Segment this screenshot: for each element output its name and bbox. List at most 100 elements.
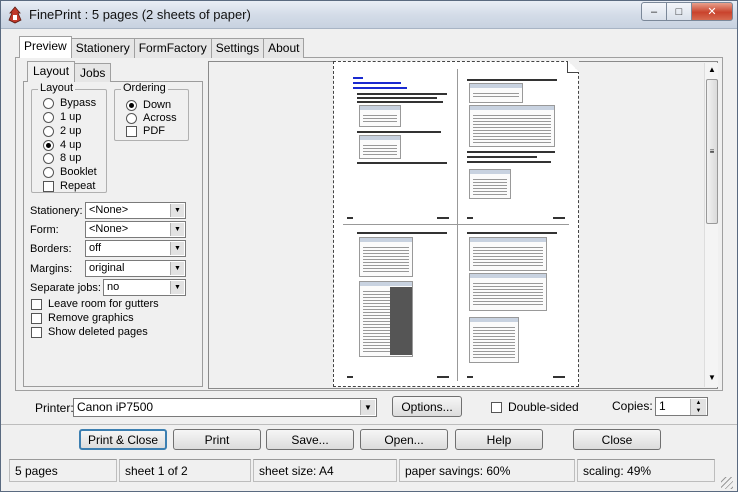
radio-bypass[interactable]: Bypass [43, 97, 96, 109]
radio-bypass-indicator[interactable] [43, 97, 54, 109]
scroll-down-icon[interactable]: ▼ [707, 373, 717, 385]
tab-stationery[interactable]: Stationery [70, 38, 135, 58]
help-button[interactable]: Help [455, 429, 543, 450]
page-thumb-text [357, 232, 447, 234]
repeat-checkbox-box[interactable] [43, 180, 54, 192]
open-button[interactable]: Open... [360, 429, 448, 450]
status-sheet: sheet 1 of 2 [119, 459, 251, 482]
separate-jobs-value: no [107, 281, 120, 293]
copies-spinner[interactable]: 1 ▲ ▼ [655, 397, 708, 416]
tab-preview[interactable]: Preview [19, 36, 72, 58]
double-sided-checkbox-box[interactable] [491, 401, 502, 413]
pdf-checkbox-box[interactable] [126, 125, 137, 137]
radio-booklet-indicator[interactable] [43, 166, 54, 178]
radio-8-up[interactable]: 8 up [43, 152, 81, 164]
radio-1-up[interactable]: 1 up [43, 111, 81, 123]
subtab-layout[interactable]: Layout [27, 61, 76, 82]
radio-booklet[interactable]: Booklet [43, 166, 97, 178]
tab-about[interactable]: About [263, 38, 305, 58]
form-value: <None> [89, 223, 129, 235]
page-thumb-link [353, 82, 401, 84]
page-thumb-text [357, 97, 437, 99]
print-button[interactable]: Print [173, 429, 261, 450]
chevron-down-icon[interactable]: ▼ [170, 223, 184, 236]
page-thumb-screenshot [469, 83, 523, 103]
separator [1, 424, 737, 425]
chevron-down-icon[interactable]: ▼ [360, 400, 375, 415]
close-window-button[interactable]: ✕ [691, 2, 733, 21]
page-thumb-link [353, 87, 407, 89]
radio-down-indicator[interactable] [126, 99, 137, 111]
page-divider-horizontal [343, 224, 569, 225]
scroll-thumb[interactable]: ≡ [706, 79, 718, 224]
copies-label: Copies: [612, 399, 653, 413]
page-thumb-footer [437, 376, 449, 378]
options-button[interactable]: Options... [392, 396, 462, 417]
close-icon: ✕ [707, 6, 717, 18]
margins-combo[interactable]: original ▼ [85, 260, 186, 277]
printer-value: Canon iP7500 [77, 400, 154, 414]
borders-combo[interactable]: off ▼ [85, 240, 186, 257]
tab-formfactory[interactable]: FormFactory [133, 38, 212, 58]
pdf-checkbox[interactable]: PDF [126, 125, 165, 137]
radio-8-up-indicator[interactable] [43, 152, 54, 164]
spin-up-icon[interactable]: ▲ [690, 399, 706, 407]
remove-graphics-label: Remove graphics [48, 312, 134, 324]
stationery-combo[interactable]: <None> ▼ [85, 202, 186, 219]
chevron-down-icon[interactable]: ▼ [170, 281, 184, 294]
double-sided-label: Double-sided [508, 400, 579, 414]
close-button[interactable]: Close [573, 429, 661, 450]
radio-down[interactable]: Down [126, 99, 171, 111]
radio-8-up-label: 8 up [60, 152, 82, 164]
chevron-down-icon[interactable]: ▼ [170, 262, 184, 275]
scroll-up-icon[interactable]: ▲ [707, 65, 717, 77]
form-combo[interactable]: <None> ▼ [85, 221, 186, 238]
save-button[interactable]: Save... [266, 429, 354, 450]
preview-scrollbar[interactable]: ▲ ≡ ▼ [704, 63, 718, 387]
maximize-icon: □ [675, 5, 683, 18]
leave-room-checkbox-box[interactable] [31, 298, 42, 310]
show-deleted-checkbox[interactable]: Show deleted pages [31, 326, 148, 338]
separate-jobs-combo[interactable]: no ▼ [103, 279, 186, 296]
radio-across-indicator[interactable] [126, 112, 137, 124]
status-pages: 5 pages [9, 459, 117, 482]
radio-4-up[interactable]: 4 up [43, 139, 81, 151]
leave-room-checkbox[interactable]: Leave room for gutters [31, 298, 159, 310]
fineprint-app-icon[interactable] [7, 6, 23, 24]
minimize-icon: – [650, 5, 658, 18]
show-deleted-checkbox-box[interactable] [31, 326, 42, 338]
stationery-value: <None> [89, 204, 129, 216]
printer-combo[interactable]: Canon iP7500 ▼ [73, 398, 377, 417]
radio-4-up-indicator[interactable] [43, 139, 54, 151]
repeat-checkbox[interactable]: Repeat [43, 180, 95, 192]
maximize-button[interactable]: □ [666, 2, 692, 21]
spin-down-icon[interactable]: ▼ [690, 407, 706, 415]
minimize-button[interactable]: – [641, 2, 667, 21]
page-thumb-footer [467, 376, 473, 378]
copies-value: 1 [659, 399, 666, 413]
page-thumb-screenshot [359, 105, 401, 127]
radio-4-up-label: 4 up [60, 139, 82, 151]
sub-tabs: Layout Jobs [27, 61, 112, 82]
show-deleted-label: Show deleted pages [48, 326, 148, 338]
page-thumb-footer [467, 217, 473, 219]
page-thumb-text [357, 131, 441, 133]
print-close-button[interactable]: Print & Close [79, 429, 167, 450]
leave-room-label: Leave room for gutters [48, 298, 159, 310]
radio-across-label: Across [143, 112, 177, 124]
chevron-down-icon[interactable]: ▼ [170, 242, 184, 255]
resize-grip-icon[interactable] [721, 477, 733, 489]
radio-2-up-indicator[interactable] [43, 125, 54, 137]
remove-graphics-checkbox-box[interactable] [31, 312, 42, 324]
remove-graphics-checkbox[interactable]: Remove graphics [31, 312, 134, 324]
subtab-jobs[interactable]: Jobs [74, 63, 112, 82]
radio-across[interactable]: Across [126, 112, 177, 124]
chevron-down-icon[interactable]: ▼ [170, 204, 184, 217]
radio-bypass-label: Bypass [60, 97, 97, 109]
separate-jobs-label: Separate jobs: [30, 282, 101, 294]
double-sided-checkbox[interactable]: Double-sided [491, 400, 579, 414]
radio-1-up-indicator[interactable] [43, 111, 54, 123]
title-bar[interactable]: FinePrint : 5 pages (2 sheets of paper) … [1, 1, 737, 29]
radio-2-up[interactable]: 2 up [43, 125, 81, 137]
tab-settings[interactable]: Settings [210, 38, 265, 58]
